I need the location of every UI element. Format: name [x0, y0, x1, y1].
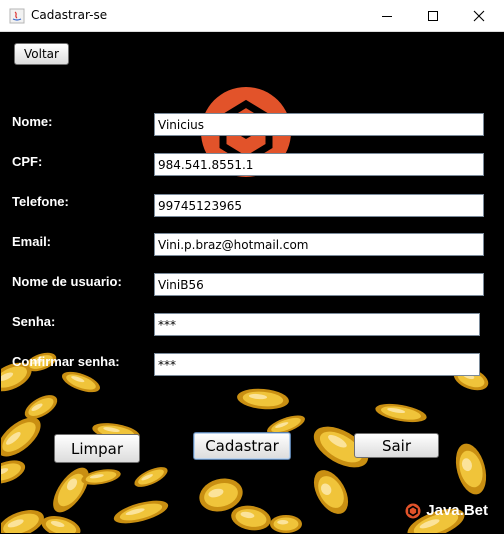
window-title: Cadastrar-se [31, 8, 108, 22]
title-bar[interactable]: Cadastrar-se [0, 0, 504, 32]
close-button[interactable] [456, 0, 502, 31]
brand-logo-icon [405, 503, 421, 518]
minimize-icon [382, 15, 392, 17]
register-window: Cadastrar-se Voltar Nome: CPF: Telefone: [0, 0, 504, 534]
minimize-button[interactable] [364, 0, 410, 31]
label-confirmar-senha: Confirmar senha: [12, 354, 120, 369]
cpf-field[interactable] [154, 153, 484, 176]
email-field[interactable] [154, 233, 484, 256]
brand-logo: Java.Bet [405, 502, 488, 519]
brand-logo-text: Java.Bet [426, 502, 488, 519]
senha-field[interactable] [154, 313, 480, 336]
label-senha: Senha: [12, 314, 56, 329]
telefone-field[interactable] [154, 194, 484, 217]
maximize-button[interactable] [410, 0, 456, 31]
clear-button[interactable]: Limpar [54, 434, 140, 463]
exit-button[interactable]: Sair [354, 433, 439, 458]
label-nome: Nome: [12, 114, 53, 129]
label-telefone: Telefone: [12, 194, 69, 209]
label-usuario: Nome de usuario: [12, 274, 122, 289]
nome-field[interactable] [154, 113, 484, 136]
maximize-icon [428, 10, 438, 21]
java-app-icon [9, 8, 25, 24]
usuario-field[interactable] [154, 273, 484, 296]
register-button[interactable]: Cadastrar [193, 432, 291, 460]
label-email: Email: [12, 234, 52, 249]
confirmar-senha-field[interactable] [154, 353, 480, 376]
back-button[interactable]: Voltar [14, 43, 69, 65]
label-cpf: CPF: [12, 154, 43, 169]
form-panel: Voltar Nome: CPF: Telefone: Email: Nome … [1, 32, 503, 533]
close-icon [473, 10, 485, 21]
